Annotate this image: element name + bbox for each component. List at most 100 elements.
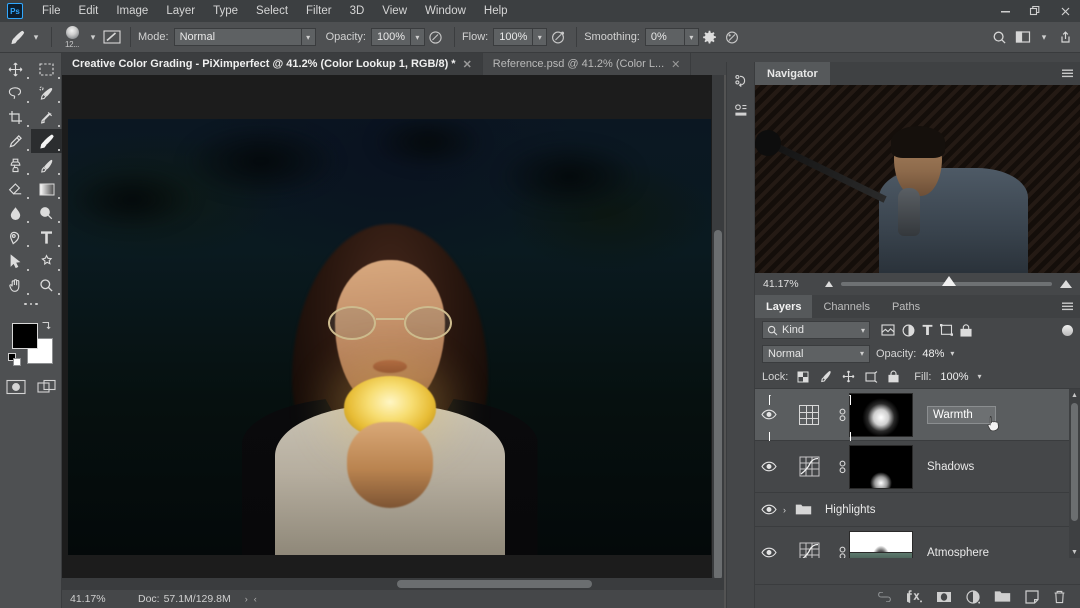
chevron-right-icon[interactable]: ›: [783, 505, 795, 515]
link-mask-icon[interactable]: [835, 460, 849, 474]
delete-layer-icon[interactable]: [1053, 590, 1066, 604]
default-colors-icon[interactable]: [8, 353, 21, 366]
document-canvas[interactable]: [62, 75, 724, 590]
menu-image[interactable]: Image: [107, 2, 157, 20]
layer-thumbnail[interactable]: [769, 393, 851, 443]
panel-menu-icon[interactable]: [1061, 301, 1074, 312]
menu-select[interactable]: Select: [247, 2, 297, 20]
link-layers-icon[interactable]: [877, 591, 892, 602]
add-layer-mask-icon[interactable]: [936, 591, 952, 603]
swap-colors-icon[interactable]: [41, 319, 52, 330]
close-icon[interactable]: ✕: [671, 58, 680, 71]
menu-help[interactable]: Help: [475, 2, 517, 20]
filter-toggle-switch[interactable]: [1062, 324, 1073, 336]
menu-window[interactable]: Window: [416, 2, 475, 20]
type-layer-filter-icon[interactable]: [922, 324, 933, 336]
tab-layers[interactable]: Layers: [755, 295, 813, 318]
layer-row-shadows[interactable]: Shadows: [755, 441, 1080, 493]
menu-layer[interactable]: Layer: [157, 2, 204, 20]
foreground-color-swatch[interactable]: [12, 323, 38, 349]
smoothing-input[interactable]: 0%: [644, 28, 685, 46]
workspace-icon[interactable]: [1012, 26, 1034, 48]
zoom-level[interactable]: 41.17%: [70, 593, 128, 605]
menu-type[interactable]: Type: [204, 2, 247, 20]
properties-panel-icon[interactable]: [727, 96, 756, 126]
fill-caret-icon[interactable]: ▾: [978, 372, 982, 381]
lock-position-icon[interactable]: [842, 370, 855, 383]
lock-all-icon[interactable]: [888, 370, 899, 383]
smart-object-filter-icon[interactable]: [960, 323, 972, 337]
flow-caret-icon[interactable]: ▾: [533, 28, 548, 46]
quick-mask-icon[interactable]: [0, 375, 31, 399]
rectangular-marquee-tool[interactable]: [31, 57, 62, 81]
path-selection-tool[interactable]: [0, 249, 31, 273]
scroll-down-icon[interactable]: ▼: [1069, 546, 1080, 558]
brush-tool[interactable]: [31, 129, 62, 153]
navigator-preview[interactable]: [755, 85, 1080, 273]
opacity-input[interactable]: 100%: [370, 28, 411, 46]
canvas-vertical-scrollbar[interactable]: [712, 75, 724, 590]
brush-tool-icon[interactable]: [6, 26, 28, 48]
tab-navigator[interactable]: Navigator: [755, 62, 830, 85]
eraser-tool[interactable]: [0, 177, 31, 201]
search-icon[interactable]: [988, 26, 1010, 48]
layer-name[interactable]: Atmosphere: [927, 547, 989, 559]
gear-icon[interactable]: [699, 26, 721, 48]
lasso-tool[interactable]: [0, 81, 31, 105]
layer-name[interactable]: Shadows: [927, 461, 974, 473]
lock-transparent-pixels-icon[interactable]: [797, 371, 809, 383]
spot-healing-brush-tool[interactable]: [0, 129, 31, 153]
minimize-button[interactable]: [990, 0, 1020, 22]
menu-view[interactable]: View: [373, 2, 416, 20]
layer-thumbnail[interactable]: [783, 531, 835, 558]
link-mask-icon[interactable]: [835, 408, 849, 422]
scroll-up-icon[interactable]: ▲: [1069, 389, 1080, 402]
share-icon[interactable]: [1054, 26, 1076, 48]
blur-tool[interactable]: [0, 201, 31, 225]
history-panel-icon[interactable]: [727, 66, 756, 96]
smoothing-caret-icon[interactable]: ▾: [684, 28, 699, 46]
lock-image-pixels-icon[interactable]: [819, 370, 832, 383]
zoom-in-icon[interactable]: [1060, 280, 1072, 288]
layer-list[interactable]: Warmth Shadows › Highlights Atmosphere ▲…: [755, 388, 1080, 558]
zoom-tool[interactable]: [31, 273, 62, 297]
close-icon[interactable]: ✕: [463, 58, 472, 71]
pixel-layer-filter-icon[interactable]: [881, 324, 895, 336]
opacity-caret-icon[interactable]: ▾: [950, 349, 954, 358]
clone-stamp-tool[interactable]: [0, 153, 31, 177]
document-tab-creative-color-grading[interactable]: Creative Color Grading - PiXimperfect @ …: [62, 53, 483, 75]
eye-icon[interactable]: [755, 389, 783, 441]
eyedropper-tool[interactable]: [31, 105, 62, 129]
link-mask-icon[interactable]: [835, 546, 849, 558]
type-tool[interactable]: [31, 225, 62, 249]
layers-scrollbar[interactable]: ▲ ▼: [1069, 389, 1080, 558]
lock-artboard-nesting-icon[interactable]: [865, 370, 878, 383]
filter-kind-select[interactable]: Kind ▾: [762, 321, 870, 339]
opacity-caret-icon[interactable]: ▾: [410, 28, 425, 46]
layer-group-name[interactable]: Highlights: [825, 504, 876, 516]
layer-thumbnail[interactable]: [783, 445, 835, 489]
menu-3d[interactable]: 3D: [341, 2, 374, 20]
blend-mode-caret-icon[interactable]: ▾: [301, 28, 316, 46]
flow-input[interactable]: 100%: [493, 28, 534, 46]
next-layer-thumbnail-partial[interactable]: [849, 552, 913, 558]
restore-button[interactable]: [1020, 0, 1050, 22]
scrollbar-thumb[interactable]: [714, 230, 722, 580]
new-group-icon[interactable]: [994, 590, 1011, 603]
airbrush-icon[interactable]: [547, 26, 569, 48]
history-brush-tool[interactable]: [31, 153, 62, 177]
layer-group-highlights[interactable]: › Highlights: [755, 493, 1080, 527]
brush-size-preview[interactable]: 12...: [59, 24, 85, 50]
pressure-opacity-icon[interactable]: [425, 26, 447, 48]
menu-edit[interactable]: Edit: [70, 2, 108, 20]
panel-menu-icon[interactable]: [1061, 68, 1074, 79]
menu-file[interactable]: File: [33, 2, 70, 20]
tab-channels[interactable]: Channels: [812, 295, 880, 318]
move-tool[interactable]: [0, 57, 31, 81]
quick-selection-tool[interactable]: [31, 81, 62, 105]
status-expand-icon[interactable]: ›: [245, 594, 248, 604]
chevron-down-icon[interactable]: ▾: [860, 349, 864, 358]
hand-tool[interactable]: [0, 273, 31, 297]
canvas-horizontal-scrollbar[interactable]: [62, 578, 724, 590]
chevron-down-icon[interactable]: ▾: [861, 326, 865, 335]
